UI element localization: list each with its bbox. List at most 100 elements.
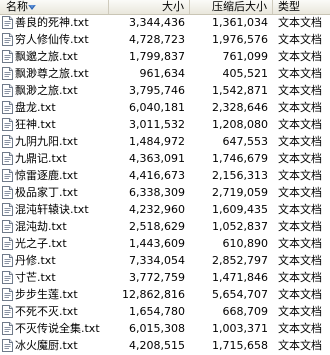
file-compressed-size: 1,715,658 bbox=[212, 339, 268, 352]
file-row[interactable]: 寸芒.txt 3,772,759 1,471,846 文本文档 bbox=[0, 269, 330, 286]
text-document-icon bbox=[2, 33, 13, 46]
file-type: 文本文档 bbox=[278, 67, 322, 80]
file-size: 3,772,759 bbox=[129, 271, 185, 284]
text-document-icon bbox=[2, 288, 13, 301]
file-row[interactable]: 不死不灭.txt 1,654,780 668,709 文本文档 bbox=[0, 303, 330, 320]
file-type: 文本文档 bbox=[278, 254, 322, 267]
file-name-cell: 穷人修仙传.txt bbox=[0, 31, 109, 48]
file-row[interactable]: 冰火魔厨.txt 4,208,515 1,715,658 文本文档 bbox=[0, 337, 330, 354]
text-document-icon bbox=[2, 84, 13, 97]
text-document-icon bbox=[2, 118, 13, 131]
file-row[interactable]: 不灭传说全集.txt 6,015,308 1,003,371 文本文档 bbox=[0, 320, 330, 337]
file-row[interactable]: 混沌劫.txt 2,518,629 1,052,837 文本文档 bbox=[0, 218, 330, 235]
file-row[interactable]: 飘渺之旅.txt 3,795,746 1,542,871 文本文档 bbox=[0, 82, 330, 99]
file-type: 文本文档 bbox=[278, 33, 322, 46]
file-row[interactable]: 善良的死神.txt 3,344,436 1,361,034 文本文档 bbox=[0, 14, 330, 31]
file-name: 步步生莲.txt bbox=[15, 288, 78, 301]
text-document-icon bbox=[2, 254, 13, 267]
file-size: 961,634 bbox=[139, 67, 186, 80]
file-type: 文本文档 bbox=[278, 203, 322, 216]
file-row[interactable]: 惊雷逐鹿.txt 4,416,673 2,156,313 文本文档 bbox=[0, 167, 330, 184]
file-name-cell: 飘渺之旅.txt bbox=[0, 82, 109, 99]
file-row[interactable]: 穷人修仙传.txt 4,728,723 1,976,576 文本文档 bbox=[0, 31, 330, 48]
file-size: 1,799,837 bbox=[129, 50, 185, 63]
file-name-cell: 步步生莲.txt bbox=[0, 286, 109, 303]
file-compressed-size: 2,328,646 bbox=[212, 101, 268, 114]
file-compressed-size: 610,890 bbox=[222, 237, 269, 250]
text-document-icon bbox=[2, 339, 13, 352]
file-type: 文本文档 bbox=[278, 16, 322, 29]
column-header-name-label: 名称 bbox=[6, 0, 28, 13]
file-type: 文本文档 bbox=[278, 135, 322, 148]
file-compressed-size: 1,976,576 bbox=[212, 33, 268, 46]
text-document-icon bbox=[2, 271, 13, 284]
file-name-cell: 极品家丁.txt bbox=[0, 184, 109, 201]
file-type: 文本文档 bbox=[278, 271, 322, 284]
file-size: 4,363,091 bbox=[129, 152, 185, 165]
file-name-cell: 飘邈之旅.txt bbox=[0, 48, 109, 65]
file-row[interactable]: 九阴九阳.txt 1,484,972 647,553 文本文档 bbox=[0, 133, 330, 150]
file-type: 文本文档 bbox=[278, 288, 322, 301]
file-size: 4,416,673 bbox=[129, 169, 185, 182]
file-name: 寸芒.txt bbox=[15, 271, 56, 284]
file-name: 极品家丁.txt bbox=[15, 186, 78, 199]
file-row[interactable]: 九鼎记.txt 4,363,091 1,746,679 文本文档 bbox=[0, 150, 330, 167]
sort-down-arrow-icon bbox=[28, 5, 36, 10]
text-document-icon bbox=[2, 135, 13, 148]
text-document-icon bbox=[2, 220, 13, 233]
file-type: 文本文档 bbox=[278, 322, 322, 335]
file-row[interactable]: 盘龙.txt 6,040,181 2,328,646 文本文档 bbox=[0, 99, 330, 116]
file-name: 混沌劫.txt bbox=[15, 220, 67, 233]
file-size: 3,795,746 bbox=[129, 84, 185, 97]
file-compressed-size: 1,003,371 bbox=[212, 322, 268, 335]
file-name-cell: 冰火魔厨.txt bbox=[0, 337, 109, 354]
file-compressed-size: 405,521 bbox=[222, 67, 269, 80]
file-name-cell: 不死不灭.txt bbox=[0, 303, 109, 320]
file-name: 混沌轩辕诀.txt bbox=[15, 203, 89, 216]
file-compressed-size: 1,471,846 bbox=[212, 271, 268, 284]
file-row[interactable]: 飘渺尊之旅.txt 961,634 405,521 文本文档 bbox=[0, 65, 330, 82]
file-compressed-size: 2,852,797 bbox=[212, 254, 268, 267]
file-name-cell: 善良的死神.txt bbox=[0, 14, 109, 31]
file-size: 1,443,609 bbox=[129, 237, 185, 250]
file-rows: 善良的死神.txt 3,344,436 1,361,034 文本文档 穷人修仙传.txt… bbox=[0, 14, 330, 354]
file-size: 2,518,629 bbox=[129, 220, 185, 233]
file-compressed-size: 1,361,034 bbox=[212, 16, 268, 29]
text-document-icon bbox=[2, 152, 13, 165]
column-header-compressed-size[interactable]: 压缩后大小 bbox=[190, 0, 273, 14]
file-compressed-size: 1,542,871 bbox=[212, 84, 268, 97]
file-name: 丹修.txt bbox=[15, 254, 56, 267]
file-name: 飘渺尊之旅.txt bbox=[15, 67, 89, 80]
column-header-size-label: 大小 bbox=[162, 0, 184, 13]
file-row[interactable]: 丹修.txt 7,334,054 2,852,797 文本文档 bbox=[0, 252, 330, 269]
column-header-name[interactable]: 名称 bbox=[0, 0, 109, 14]
file-name: 穷人修仙传.txt bbox=[15, 33, 89, 46]
column-header-compressed-size-label: 压缩后大小 bbox=[212, 0, 267, 13]
file-name-cell: 混沌劫.txt bbox=[0, 218, 109, 235]
file-row[interactable]: 混沌轩辕诀.txt 4,232,960 1,609,435 文本文档 bbox=[0, 201, 330, 218]
file-type: 文本文档 bbox=[278, 118, 322, 131]
file-name: 飘渺之旅.txt bbox=[15, 84, 78, 97]
text-document-icon bbox=[2, 67, 13, 80]
file-row[interactable]: 飘邈之旅.txt 1,799,837 761,099 文本文档 bbox=[0, 48, 330, 65]
file-name-cell: 盘龙.txt bbox=[0, 99, 109, 116]
file-name: 不灭传说全集.txt bbox=[15, 322, 100, 335]
file-compressed-size: 647,553 bbox=[222, 135, 269, 148]
column-header-size[interactable]: 大小 bbox=[109, 0, 190, 14]
file-name-cell: 飘渺尊之旅.txt bbox=[0, 65, 109, 82]
file-name-cell: 九鼎记.txt bbox=[0, 150, 109, 167]
file-compressed-size: 2,156,313 bbox=[212, 169, 268, 182]
file-row[interactable]: 极品家丁.txt 6,338,309 2,719,059 文本文档 bbox=[0, 184, 330, 201]
file-type: 文本文档 bbox=[278, 84, 322, 97]
file-type: 文本文档 bbox=[278, 220, 322, 233]
column-header-type[interactable]: 类型 bbox=[273, 0, 330, 14]
file-compressed-size: 1,208,080 bbox=[212, 118, 268, 131]
file-name-cell: 丹修.txt bbox=[0, 252, 109, 269]
file-row[interactable]: 步步生莲.txt 12,862,816 5,654,707 文本文档 bbox=[0, 286, 330, 303]
file-row[interactable]: 狂神.txt 3,011,532 1,208,080 文本文档 bbox=[0, 116, 330, 133]
file-compressed-size: 668,709 bbox=[222, 305, 269, 318]
column-header-type-label: 类型 bbox=[278, 0, 300, 13]
file-size: 3,344,436 bbox=[129, 16, 185, 29]
file-row[interactable]: 光之子.txt 1,443,609 610,890 文本文档 bbox=[0, 235, 330, 252]
file-name: 飘邈之旅.txt bbox=[15, 50, 78, 63]
